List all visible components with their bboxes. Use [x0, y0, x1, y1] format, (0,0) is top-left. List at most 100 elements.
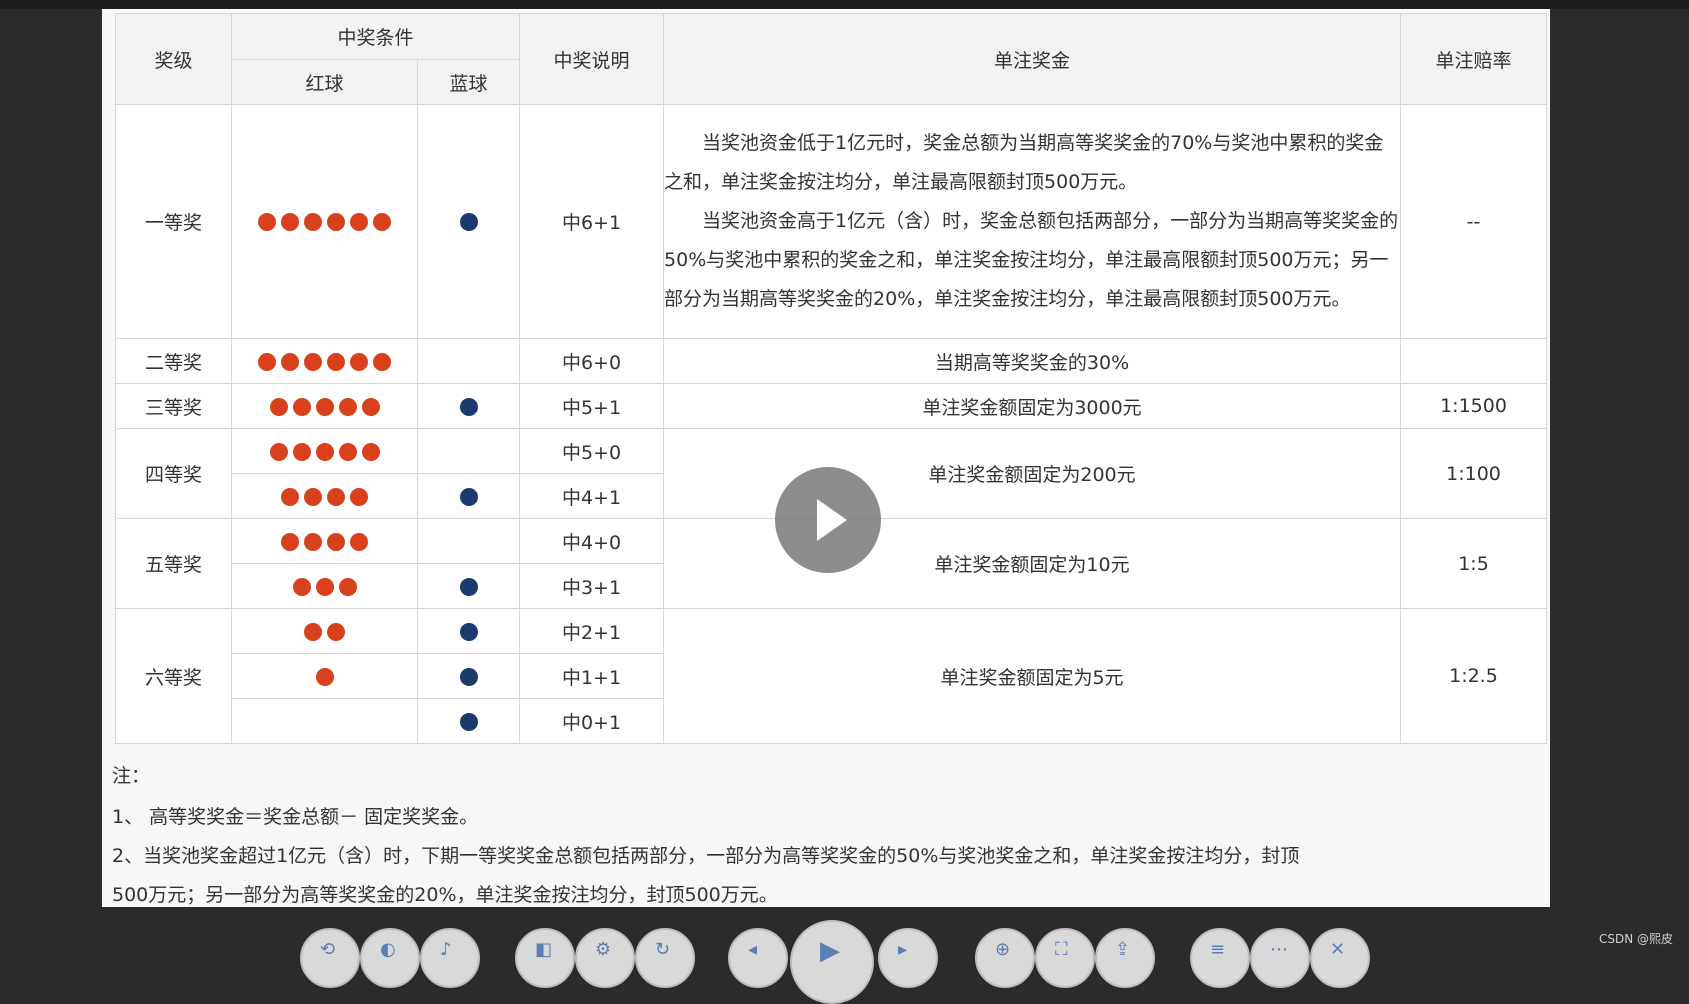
- fullscreen-button[interactable]: ⛶: [1035, 928, 1095, 988]
- play-overlay-button[interactable]: [775, 467, 881, 573]
- blue-balls: [416, 653, 521, 699]
- header-prize: 单注奖金: [663, 13, 1402, 105]
- red-ball-icon: [315, 577, 334, 596]
- red-ball-icon: [269, 442, 288, 461]
- red-ball-icon: [361, 442, 380, 461]
- red-ball-icon: [315, 442, 334, 461]
- blue-balls: [416, 698, 521, 744]
- red-balls: [231, 518, 418, 564]
- red-ball-icon: [281, 532, 299, 551]
- red-ball-icon: [350, 487, 368, 506]
- header-condition: 中奖条件: [230, 13, 521, 60]
- volume-button[interactable]: ♪: [420, 928, 480, 988]
- step-forward-button[interactable]: ▸: [878, 928, 938, 988]
- red-ball-icon: [373, 352, 391, 371]
- prize-paragraph: 当奖池资金低于1亿元时，奖金总额为当期高等奖奖金的70%与奖池中累积的奖金之和，…: [664, 132, 1384, 193]
- red-ball-icon: [258, 213, 276, 231]
- red-balls: [231, 608, 418, 654]
- blue-ball-icon: [459, 577, 478, 596]
- prize-odds: --: [1400, 104, 1548, 339]
- step-forward-icon: ▸: [898, 939, 908, 960]
- loop-icon: ↻: [655, 939, 671, 960]
- play-icon: [817, 499, 847, 541]
- red-ball-icon: [281, 487, 299, 506]
- table-row: 二等奖 中6+0 当期高等奖奖金的30%: [115, 338, 1548, 384]
- table-row: 三等奖 中5+1 单注奖金额固定为3000元 1:1500: [115, 383, 1548, 429]
- table-row: 一等奖 中6+1 当奖池资金低于1亿元时，奖金总额为当期高等奖奖金的70%与奖池…: [115, 104, 1548, 339]
- prize-explain: 中5+0: [519, 428, 665, 474]
- prize-explain: 中5+1: [519, 383, 665, 429]
- notes: 注： 1、 高等奖奖金＝奖金总额－ 固定奖奖金。 2、当奖池奖金超过1亿元（含）…: [112, 757, 1542, 915]
- top-bar: [0, 0, 1689, 9]
- red-ball-icon: [373, 213, 391, 231]
- play-button[interactable]: ▶: [790, 920, 874, 1004]
- close-button[interactable]: ✕: [1310, 928, 1370, 988]
- prize-description: 当期高等奖奖金的30%: [663, 338, 1402, 384]
- blue-ball-icon: [459, 622, 478, 641]
- prize-description: 当奖池资金低于1亿元时，奖金总额为当期高等奖奖金的70%与奖池中累积的奖金之和，…: [663, 104, 1402, 339]
- prev-button[interactable]: ◐: [360, 928, 420, 988]
- red-ball-icon: [327, 532, 345, 551]
- prize-level: 二等奖: [115, 338, 232, 384]
- red-ball-icon: [304, 487, 322, 506]
- prize-odds: 1:100: [1400, 428, 1548, 519]
- prize-level: 四等奖: [115, 428, 232, 519]
- skip-back-button[interactable]: ◧: [515, 928, 575, 988]
- blue-balls: [416, 563, 521, 609]
- zoom-icon: ⊕: [995, 939, 1011, 960]
- note-line: 2、当奖池奖金超过1亿元（含）时，下期一等奖奖金总额包括两部分，一部分为高等奖奖…: [112, 845, 1300, 867]
- skip-back-icon: ◧: [535, 939, 553, 960]
- red-ball-icon: [327, 487, 345, 506]
- zoom-button[interactable]: ⊕: [975, 928, 1035, 988]
- red-balls: [231, 653, 418, 699]
- notes-heading: 注：: [112, 765, 151, 787]
- document-area: 奖级 中奖条件 中奖说明 单注奖金 单注赔率 红球 蓝球 一等奖 中6+1 当奖…: [102, 9, 1550, 907]
- prize-odds: 1:2.5: [1400, 608, 1548, 744]
- settings-button[interactable]: ⚙: [575, 928, 635, 988]
- red-ball-icon: [304, 213, 322, 231]
- close-icon: ✕: [1330, 939, 1346, 960]
- prize-description: 单注奖金额固定为5元: [663, 608, 1402, 744]
- red-ball-icon: [338, 577, 357, 596]
- watermark: CSDN @熙皮: [1598, 932, 1673, 946]
- blue-ball-icon: [459, 213, 478, 231]
- note-line: 1、 高等奖奖金＝奖金总额－ 固定奖奖金。: [112, 806, 479, 828]
- red-ball-icon: [292, 397, 311, 416]
- red-balls: [231, 104, 418, 339]
- blue-balls: [416, 338, 521, 384]
- prize-explain: 中1+1: [519, 653, 665, 699]
- blue-balls: [416, 518, 521, 564]
- header-red: 红球: [231, 59, 418, 105]
- red-ball-icon: [304, 352, 322, 371]
- blue-ball-icon: [459, 667, 478, 686]
- red-ball-icon: [258, 352, 276, 371]
- red-ball-icon: [269, 397, 288, 416]
- red-balls: [231, 383, 418, 429]
- header-blue: 蓝球: [416, 59, 521, 105]
- prize-description: 单注奖金额固定为3000元: [663, 383, 1402, 429]
- step-back-icon: ◂: [748, 939, 758, 960]
- rewind-button[interactable]: ⟲: [300, 928, 360, 988]
- more-icon: ⋯: [1270, 939, 1288, 960]
- prize-level: 三等奖: [115, 383, 232, 429]
- step-back-button[interactable]: ◂: [728, 928, 788, 988]
- volume-icon: ♪: [440, 939, 452, 960]
- red-ball-icon: [338, 397, 357, 416]
- prize-explain: 中3+1: [519, 563, 665, 609]
- red-balls: [231, 473, 418, 519]
- prize-explain: 中4+0: [519, 518, 665, 564]
- prize-paragraph: 当奖池资金高于1亿元（含）时，奖金总额包括两部分，一部分为当期高等奖奖金的50%…: [664, 210, 1399, 310]
- red-ball-icon: [327, 622, 345, 641]
- blue-balls: [416, 608, 521, 654]
- prize-odds: [1400, 338, 1548, 384]
- blue-balls: [416, 428, 521, 474]
- more-button[interactable]: ⋯: [1250, 928, 1310, 988]
- prize-explain: 中6+1: [519, 104, 665, 339]
- red-ball-icon: [315, 667, 334, 686]
- loop-button[interactable]: ↻: [635, 928, 695, 988]
- red-ball-icon: [327, 352, 345, 371]
- red-ball-icon: [327, 213, 345, 231]
- prize-description: 单注奖金额固定为200元: [663, 428, 1402, 519]
- share-button[interactable]: ⇪: [1095, 928, 1155, 988]
- menu-button[interactable]: ≡: [1190, 928, 1250, 988]
